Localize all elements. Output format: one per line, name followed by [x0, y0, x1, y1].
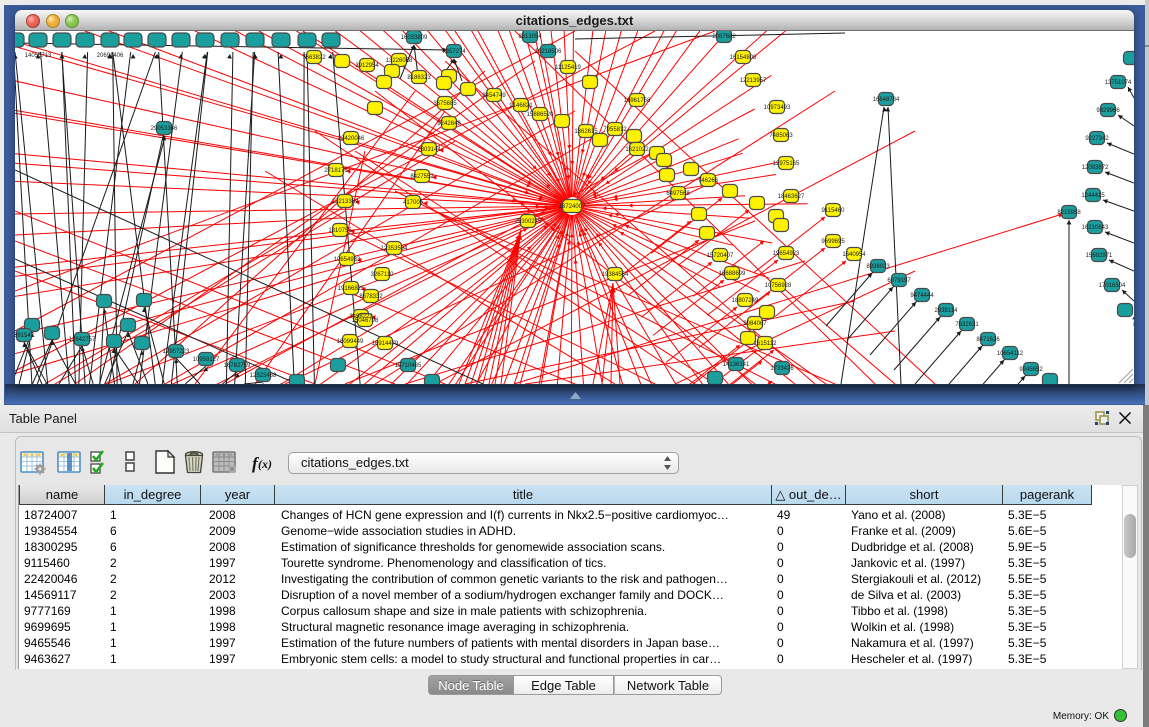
svg-text:417006: 417006 — [403, 200, 424, 206]
svg-text:11125419: 11125419 — [555, 65, 581, 71]
svg-text:7632621: 7632621 — [955, 322, 979, 328]
svg-text:10958127: 10958127 — [193, 357, 220, 363]
svg-text:6879197: 6879197 — [887, 278, 911, 284]
svg-text:17957223: 17957223 — [163, 349, 190, 355]
svg-text:12353594: 12353594 — [381, 246, 408, 252]
svg-text:9115460: 9115460 — [822, 208, 846, 214]
svg-text:1362615: 1362615 — [574, 129, 598, 135]
svg-text:8678332: 8678332 — [359, 294, 383, 300]
svg-text:12213957: 12213957 — [740, 78, 767, 84]
svg-text:746266: 746266 — [698, 178, 719, 184]
svg-text:7485063: 7485063 — [769, 133, 793, 139]
svg-text:25300275: 25300275 — [515, 219, 542, 225]
svg-text:9242848: 9242848 — [437, 121, 461, 127]
svg-text:23420046: 23420046 — [338, 136, 365, 142]
svg-text:18463627: 18463627 — [778, 194, 805, 200]
svg-text:16154808: 16154808 — [730, 55, 757, 61]
svg-text:8938923: 8938923 — [866, 264, 890, 270]
svg-text:8215958: 8215958 — [1057, 210, 1081, 216]
svg-text:15720407: 15720407 — [707, 253, 734, 259]
svg-text:1640954: 1640954 — [842, 252, 866, 258]
svg-text:15692971: 15692971 — [1086, 253, 1113, 259]
svg-text:9084067: 9084067 — [743, 321, 767, 327]
svg-text:12975165: 12975165 — [773, 161, 800, 167]
svg-text:9699695: 9699695 — [821, 239, 845, 245]
svg-text:2718176: 2718176 — [324, 168, 348, 174]
svg-text:16099449: 16099449 — [337, 339, 364, 345]
svg-text:8454749: 8454749 — [482, 93, 506, 99]
svg-text:1244415: 1244415 — [1081, 193, 1105, 199]
svg-text:19218506: 19218506 — [535, 49, 562, 55]
svg-text:13751074: 13751074 — [1105, 80, 1132, 86]
svg-text:9146821: 9146821 — [509, 103, 533, 109]
svg-text:2803144: 2803144 — [417, 147, 441, 153]
svg-text:2935114: 2935114 — [935, 308, 959, 314]
svg-text:6497568: 6497568 — [666, 191, 690, 197]
svg-text:3267110: 3267110 — [371, 272, 395, 278]
svg-text:2087682: 2087682 — [712, 34, 736, 40]
svg-text:9474444: 9474444 — [910, 293, 934, 299]
svg-text:(x): (x) — [258, 457, 272, 471]
svg-text:16914479: 16914479 — [372, 341, 399, 347]
svg-text:15046798: 15046798 — [352, 318, 379, 324]
svg-text:10973493: 10973493 — [764, 105, 791, 111]
svg-text:10654112: 10654112 — [997, 351, 1024, 357]
svg-text:19166825: 19166825 — [338, 286, 365, 292]
svg-text:10654933: 10654933 — [334, 257, 361, 263]
svg-text:13226058: 13226058 — [386, 58, 413, 64]
svg-text:19384554: 19384554 — [602, 272, 629, 278]
svg-text:14136141: 14136141 — [723, 362, 750, 368]
svg-text:3675685: 3675685 — [433, 101, 457, 107]
svg-text:16648784: 16648784 — [873, 97, 900, 103]
svg-text:12323468: 12323468 — [250, 373, 277, 379]
svg-text:18724007: 18724007 — [559, 204, 586, 210]
svg-text:14055713: 14055713 — [25, 53, 52, 59]
svg-text:7357274: 7357274 — [442, 49, 466, 55]
svg-text:8186323: 8186323 — [407, 75, 431, 81]
svg-text:1810755: 1810755 — [328, 228, 352, 234]
svg-text:15710485: 15710485 — [395, 363, 422, 369]
svg-text:9227342: 9227342 — [1085, 136, 1109, 142]
svg-text:1621022: 1621022 — [625, 147, 649, 153]
svg-text:16210643: 16210643 — [1082, 225, 1109, 231]
svg-text:8427552: 8427552 — [410, 174, 434, 180]
svg-text:20691406: 20691406 — [97, 53, 124, 59]
svg-text:18807249: 18807249 — [732, 298, 759, 304]
svg-text:9245652: 9245652 — [1019, 367, 1043, 373]
svg-text:9329966: 9329966 — [1096, 108, 1120, 114]
svg-text:3912954: 3912954 — [355, 63, 379, 69]
svg-text:1615112: 1615112 — [754, 341, 778, 347]
svg-text:29053346: 29053346 — [151, 126, 178, 132]
svg-text:1733426: 1733426 — [770, 366, 794, 372]
svg-text:7955812: 7955812 — [603, 127, 627, 133]
svg-text:16961758: 16961758 — [624, 98, 651, 104]
svg-text:16033809: 16033809 — [401, 35, 428, 41]
svg-text:12942757: 12942757 — [69, 337, 96, 343]
svg-text:10756928: 10756928 — [765, 283, 792, 289]
svg-text:19654923: 19654923 — [773, 251, 800, 257]
svg-text:16782759: 16782759 — [224, 363, 251, 369]
svg-text:15886520: 15886520 — [527, 112, 554, 118]
svg-text:8471626: 8471626 — [976, 337, 1000, 343]
svg-text:8813054: 8813054 — [518, 34, 542, 40]
svg-text:391547: 391547 — [15, 333, 35, 339]
svg-text:12093872: 12093872 — [1082, 165, 1109, 171]
svg-text:12213369: 12213369 — [332, 199, 359, 205]
svg-text:7663822: 7663822 — [302, 55, 326, 61]
svg-text:17016504: 17016504 — [1099, 283, 1126, 289]
svg-text:10688609: 10688609 — [719, 271, 746, 277]
